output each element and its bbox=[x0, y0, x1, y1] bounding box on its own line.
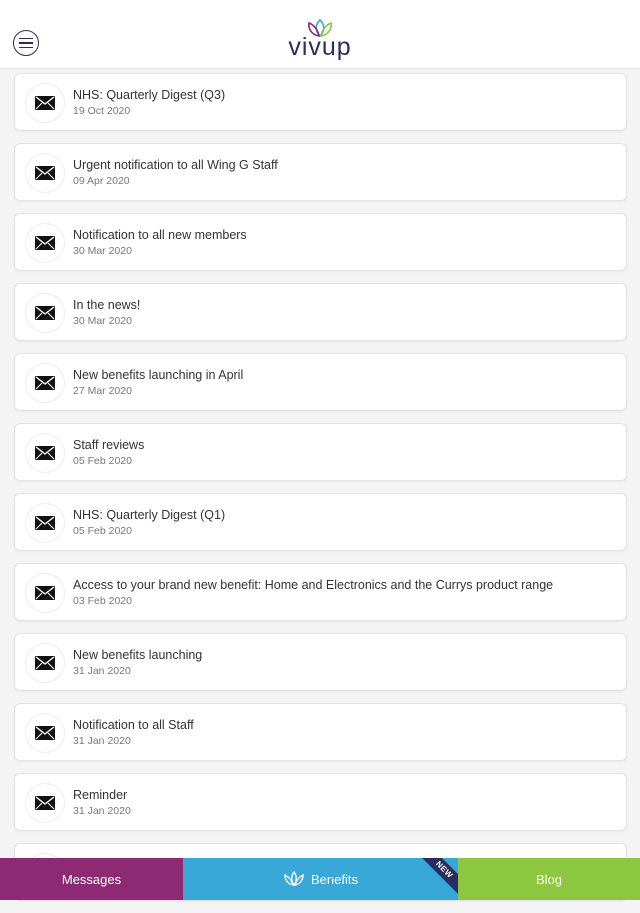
message-item[interactable]: Urgent notification to all Wing G Staff 0… bbox=[14, 143, 627, 201]
message-date: 31 Jan 2020 bbox=[73, 665, 131, 677]
lotus-icon bbox=[284, 871, 304, 887]
message-item[interactable]: Notification to all Staff 31 Jan 2020 bbox=[14, 703, 627, 761]
hamburger-menu-icon[interactable] bbox=[13, 30, 39, 56]
message-title: Access to your brand new benefit: Home a… bbox=[73, 578, 554, 592]
message-item[interactable]: Reminder 31 Jan 2020 bbox=[14, 773, 627, 831]
message-title: Staff reviews bbox=[73, 438, 145, 452]
messages-list: NHS: Quarterly Digest (Q3) 19 Oct 2020 Urg… bbox=[14, 73, 627, 913]
envelope-icon bbox=[25, 83, 65, 123]
message-date: 31 Jan 2020 bbox=[73, 805, 131, 817]
message-item[interactable]: Notification to all new members 30 Mar 20… bbox=[14, 213, 627, 271]
message-title: NHS: Quarterly Digest (Q1) bbox=[73, 508, 226, 522]
message-item[interactable]: New benefits launching 31 Jan 2020 bbox=[14, 633, 627, 691]
new-badge: NEW bbox=[416, 858, 458, 898]
envelope-icon bbox=[25, 573, 65, 613]
envelope-icon bbox=[25, 293, 65, 333]
message-title: NHS: Quarterly Digest (Q3) bbox=[73, 88, 226, 102]
message-item[interactable]: In the news! 30 Mar 2020 bbox=[14, 283, 627, 341]
message-item[interactable]: NHS: Quarterly Digest (Q3) 19 Oct 2020 bbox=[14, 73, 627, 131]
envelope-icon bbox=[25, 363, 65, 403]
message-title: New benefits launching in April bbox=[73, 368, 244, 382]
bottom-tab-bar: Messages Benefits NEW Blog bbox=[0, 858, 640, 900]
tab-messages-label: Messages bbox=[61, 871, 122, 887]
message-title: Urgent notification to all Wing G Staff bbox=[73, 158, 278, 172]
message-item[interactable]: NHS: Quarterly Digest (Q1) 05 Feb 2020 bbox=[14, 493, 627, 551]
logo-text: vivup bbox=[288, 33, 352, 61]
message-date: 27 Mar 2020 bbox=[73, 385, 132, 397]
message-date: 30 Mar 2020 bbox=[73, 245, 132, 257]
message-date: 05 Feb 2020 bbox=[73, 455, 132, 467]
message-title: Notification to all Staff bbox=[73, 718, 194, 732]
message-item[interactable]: New benefits launching in April 27 Mar 20… bbox=[14, 353, 627, 411]
message-item[interactable]: Staff reviews 05 Feb 2020 bbox=[14, 423, 627, 481]
envelope-icon bbox=[25, 433, 65, 473]
message-title: In the news! bbox=[73, 298, 141, 312]
message-date: 30 Mar 2020 bbox=[73, 315, 132, 327]
message-date: 03 Feb 2020 bbox=[73, 595, 132, 607]
tab-benefits[interactable]: Benefits NEW bbox=[183, 858, 458, 900]
message-title: Notification to all new members bbox=[73, 228, 247, 242]
tab-benefits-label: Benefits bbox=[311, 871, 358, 887]
message-title: New benefits launching bbox=[73, 648, 203, 662]
tab-messages[interactable]: Messages bbox=[0, 858, 183, 900]
message-date: 19 Oct 2020 bbox=[73, 105, 131, 117]
message-item[interactable]: Access to your brand new benefit: Home a… bbox=[14, 563, 627, 621]
message-date: 05 Feb 2020 bbox=[73, 525, 132, 537]
envelope-icon bbox=[25, 643, 65, 683]
envelope-icon bbox=[25, 503, 65, 543]
tab-blog[interactable]: Blog bbox=[458, 858, 640, 900]
message-date: 31 Jan 2020 bbox=[73, 735, 131, 747]
envelope-icon bbox=[25, 223, 65, 263]
envelope-icon bbox=[25, 783, 65, 823]
vivup-logo: vivup bbox=[282, 18, 358, 68]
envelope-icon bbox=[25, 153, 65, 193]
message-title: Reminder bbox=[73, 788, 128, 802]
tab-blog-label: Blog bbox=[535, 871, 563, 887]
message-date: 09 Apr 2020 bbox=[73, 175, 130, 187]
envelope-icon bbox=[25, 713, 65, 753]
app-header: vivup bbox=[0, 0, 640, 69]
